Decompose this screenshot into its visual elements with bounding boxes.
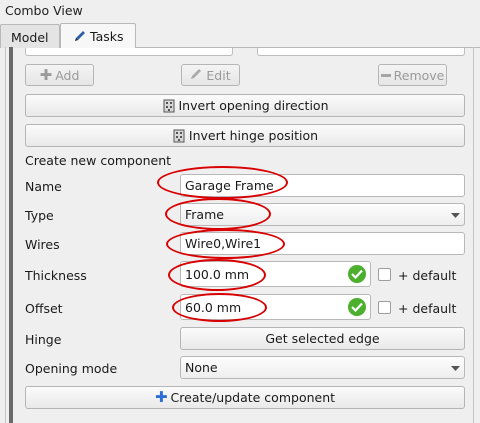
tab-tasks[interactable]: Tasks xyxy=(60,23,136,48)
invert-opening-button[interactable]: Invert opening direction xyxy=(25,94,465,117)
plus-icon: ✚ xyxy=(39,65,53,84)
offset-default-checkbox[interactable] xyxy=(378,301,391,314)
create-update-component-button[interactable]: ✚ Create/update component xyxy=(25,386,465,409)
tab-tasks-label: Tasks xyxy=(90,29,124,44)
chevron-down-icon xyxy=(451,360,460,375)
wires-value: Wire0,Wire1 xyxy=(185,236,262,251)
thickness-default-label: + default xyxy=(398,268,457,283)
offset-value: 60.0 mm xyxy=(185,299,242,315)
check-icon xyxy=(348,298,366,316)
upper-field-right[interactable] xyxy=(257,48,465,56)
edit-icon xyxy=(190,67,203,83)
window-title: Combo View xyxy=(5,3,83,18)
upper-field-left[interactable] xyxy=(25,48,233,56)
wires-input[interactable]: Wire0,Wire1 xyxy=(180,232,465,255)
plus-icon: ✚ xyxy=(154,388,168,406)
name-value: Garage Frame xyxy=(185,178,274,193)
scroll-edge xyxy=(9,47,13,423)
tab-model-label: Model xyxy=(11,30,49,45)
type-value: Frame xyxy=(185,207,224,222)
opening-mode-select[interactable]: None xyxy=(180,356,465,379)
thickness-value: 100.0 mm xyxy=(185,266,250,282)
create-update-label: Create/update component xyxy=(170,390,336,405)
invert-hinge-label: Invert hinge position xyxy=(188,128,319,143)
remove-label: Remove xyxy=(393,67,445,83)
section-title: Create new component xyxy=(25,153,172,168)
opening-mode-value: None xyxy=(185,360,218,375)
check-icon xyxy=(348,265,366,283)
hinge-icon xyxy=(162,99,176,113)
type-label: Type xyxy=(25,208,54,223)
remove-button[interactable]: Remove xyxy=(378,64,447,86)
hinge-icon xyxy=(172,129,186,143)
offset-input[interactable]: 60.0 mm xyxy=(180,294,371,320)
thickness-input[interactable]: 100.0 mm xyxy=(180,261,371,287)
offset-label: Offset xyxy=(25,301,63,316)
pencil-icon xyxy=(73,29,87,46)
invert-hinge-button[interactable]: Invert hinge position xyxy=(25,124,465,147)
hinge-label: Hinge xyxy=(25,332,62,347)
edit-button[interactable]: Edit xyxy=(181,64,240,86)
opening-mode-label: Opening mode xyxy=(25,361,118,376)
thickness-label: Thickness xyxy=(25,268,87,283)
thickness-default-checkbox[interactable] xyxy=(378,268,391,281)
get-selected-edge-button[interactable]: Get selected edge xyxy=(180,327,465,350)
name-label: Name xyxy=(25,179,62,194)
tab-model[interactable]: Model xyxy=(0,24,60,48)
wires-label: Wires xyxy=(25,237,60,252)
name-input[interactable]: Garage Frame xyxy=(180,174,465,197)
edit-label: Edit xyxy=(206,67,231,83)
get-edge-label: Get selected edge xyxy=(265,331,380,346)
add-button[interactable]: ✚ Add xyxy=(25,64,94,86)
type-select[interactable]: Frame xyxy=(180,203,465,226)
minus-icon xyxy=(380,73,391,77)
invert-opening-label: Invert opening direction xyxy=(178,98,329,113)
add-label: Add xyxy=(55,67,80,83)
chevron-down-icon xyxy=(451,207,460,222)
offset-default-label: + default xyxy=(398,301,457,316)
